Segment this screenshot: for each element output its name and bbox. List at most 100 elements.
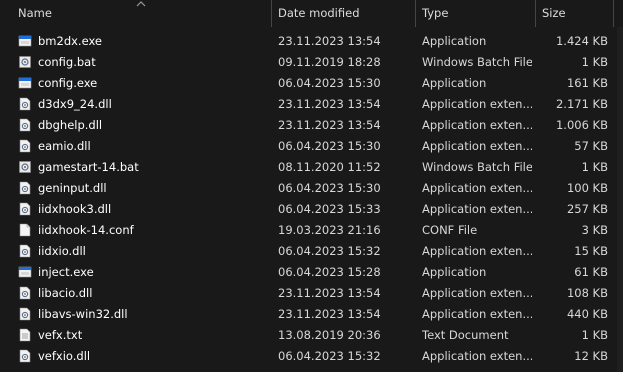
- file-list: bm2dx.exe 23.11.2023 13:54 Application 1.42…: [0, 31, 623, 367]
- file-date-modified: 06.04.2023 15:30: [278, 181, 381, 195]
- dll-file-icon: [19, 118, 31, 132]
- column-divider[interactable]: [415, 0, 416, 27]
- file-name: dbghelp.dll: [38, 118, 103, 132]
- file-row[interactable]: iidxio.dll 06.04.2023 15:32 Application ex…: [0, 241, 623, 262]
- file-name: config.bat: [38, 55, 96, 69]
- file-name: gamestart-14.bat: [38, 160, 139, 174]
- file-size: 15 KB: [574, 244, 608, 258]
- file-row[interactable]: vefxio.dll 06.04.2023 15:32 Application ex…: [0, 346, 623, 367]
- file-type: Application: [422, 34, 487, 48]
- file-size: 57 KB: [574, 139, 608, 153]
- application-icon: [18, 77, 32, 89]
- file-name: iidxio.dll: [38, 244, 86, 258]
- file-row[interactable]: bm2dx.exe 23.11.2023 13:54 Application 1.42…: [0, 31, 623, 52]
- file-name: iidxhook-14.conf: [38, 223, 134, 237]
- application-icon: [18, 35, 32, 47]
- file-row[interactable]: inject.exe 06.04.2023 15:28 Application 61 …: [0, 262, 623, 283]
- file-row[interactable]: vefx.txt 13.08.2019 20:36 Text Document 1 K…: [0, 325, 623, 346]
- file-size: 108 KB: [566, 286, 608, 300]
- file-date-modified: 23.11.2023 13:54: [278, 307, 381, 321]
- file-size: 1 KB: [581, 160, 608, 174]
- file-date-modified: 06.04.2023 15:30: [278, 139, 381, 153]
- file-date-modified: 23.11.2023 13:54: [278, 34, 381, 48]
- file-name: config.exe: [38, 76, 98, 90]
- file-size: 12 KB: [574, 349, 608, 363]
- batch-file-icon: [19, 161, 31, 173]
- file-size: 3 KB: [581, 223, 608, 237]
- file-type: Application: [422, 76, 487, 90]
- file-type: Application exten...: [422, 307, 532, 321]
- column-divider[interactable]: [535, 0, 536, 27]
- file-type: Application exten...: [422, 97, 532, 111]
- file-type: Application: [422, 265, 487, 279]
- file-size: 440 KB: [566, 307, 608, 321]
- file-row[interactable]: dbghelp.dll 23.11.2023 13:54 Application e…: [0, 115, 623, 136]
- file-type: Text Document: [422, 328, 509, 342]
- file-date-modified: 23.11.2023 13:54: [278, 97, 381, 111]
- file-row[interactable]: geninput.dll 06.04.2023 15:30 Application …: [0, 178, 623, 199]
- batch-file-icon: [19, 56, 31, 68]
- file-row[interactable]: libacio.dll 23.11.2023 13:54 Application e…: [0, 283, 623, 304]
- file-name: geninput.dll: [38, 181, 107, 195]
- file-date-modified: 13.08.2019 20:36: [278, 328, 381, 342]
- file-date-modified: 06.04.2023 15:32: [278, 349, 381, 363]
- file-name: vefx.txt: [38, 328, 83, 342]
- file-size: 61 KB: [574, 265, 608, 279]
- file-date-modified: 08.11.2020 11:52: [278, 160, 381, 174]
- application-icon: [18, 266, 32, 278]
- file-row[interactable]: libavs-win32.dll 23.11.2023 13:54 Applicat…: [0, 304, 623, 325]
- dll-file-icon: [19, 286, 31, 300]
- file-name: vefxio.dll: [38, 349, 91, 363]
- file-row[interactable]: d3dx9_24.dll 23.11.2023 13:54 Application …: [0, 94, 623, 115]
- vertical-scrollbar[interactable]: [617, 27, 623, 372]
- file-type: Application exten...: [422, 244, 532, 258]
- column-header-date[interactable]: Date modified: [278, 0, 360, 27]
- file-name: iidxhook3.dll: [38, 202, 112, 216]
- file-date-modified: 19.03.2023 21:16: [278, 223, 381, 237]
- dll-file-icon: [19, 202, 31, 216]
- dll-file-icon: [19, 244, 31, 258]
- file-size: 1.424 KB: [555, 34, 608, 48]
- dll-file-icon: [19, 349, 31, 363]
- file-size: 2.171 KB: [555, 97, 608, 111]
- file-size: 1.006 KB: [555, 118, 608, 132]
- file-row[interactable]: gamestart-14.bat 08.11.2020 11:52 Windows …: [0, 157, 623, 178]
- file-row[interactable]: iidxhook3.dll 06.04.2023 15:33 Application…: [0, 199, 623, 220]
- file-icon: [19, 223, 31, 237]
- file-size: 1 KB: [581, 328, 608, 342]
- text-file-icon: [19, 328, 31, 342]
- dll-file-icon: [19, 139, 31, 153]
- file-size: 257 KB: [566, 202, 608, 216]
- file-date-modified: 06.04.2023 15:32: [278, 244, 381, 258]
- column-divider[interactable]: [271, 0, 272, 27]
- file-date-modified: 23.11.2023 13:54: [278, 118, 381, 132]
- file-row[interactable]: config.exe 06.04.2023 15:30 Application 161…: [0, 73, 623, 94]
- file-date-modified: 06.04.2023 15:33: [278, 202, 381, 216]
- file-name: libacio.dll: [38, 286, 93, 300]
- file-type: Application exten...: [422, 118, 532, 132]
- file-type: Application exten...: [422, 202, 532, 216]
- file-row[interactable]: config.bat 09.11.2019 18:28 Windows Batch …: [0, 52, 623, 73]
- file-name: eamio.dll: [38, 139, 91, 153]
- column-divider[interactable]: [613, 0, 614, 27]
- column-header-size[interactable]: Size: [542, 0, 566, 27]
- dll-file-icon: [19, 97, 31, 111]
- file-date-modified: 09.11.2019 18:28: [278, 55, 381, 69]
- file-row[interactable]: eamio.dll 06.04.2023 15:30 Application ext…: [0, 136, 623, 157]
- sort-ascending-icon: [136, 1, 146, 7]
- column-header-name[interactable]: Name: [18, 0, 52, 27]
- file-name: inject.exe: [38, 265, 94, 279]
- file-date-modified: 23.11.2023 13:54: [278, 286, 381, 300]
- dll-file-icon: [19, 307, 31, 321]
- file-name: libavs-win32.dll: [38, 307, 128, 321]
- dll-file-icon: [19, 181, 31, 195]
- file-size: 161 KB: [566, 76, 608, 90]
- file-type: Application exten...: [422, 181, 532, 195]
- file-type: Application exten...: [422, 139, 532, 153]
- file-type: CONF File: [422, 223, 478, 237]
- file-date-modified: 06.04.2023 15:30: [278, 76, 381, 90]
- file-type: Windows Batch File: [422, 160, 532, 174]
- column-header-type[interactable]: Type: [422, 0, 448, 27]
- file-row[interactable]: iidxhook-14.conf 19.03.2023 21:16 CONF Fil…: [0, 220, 623, 241]
- file-size: 100 KB: [566, 181, 608, 195]
